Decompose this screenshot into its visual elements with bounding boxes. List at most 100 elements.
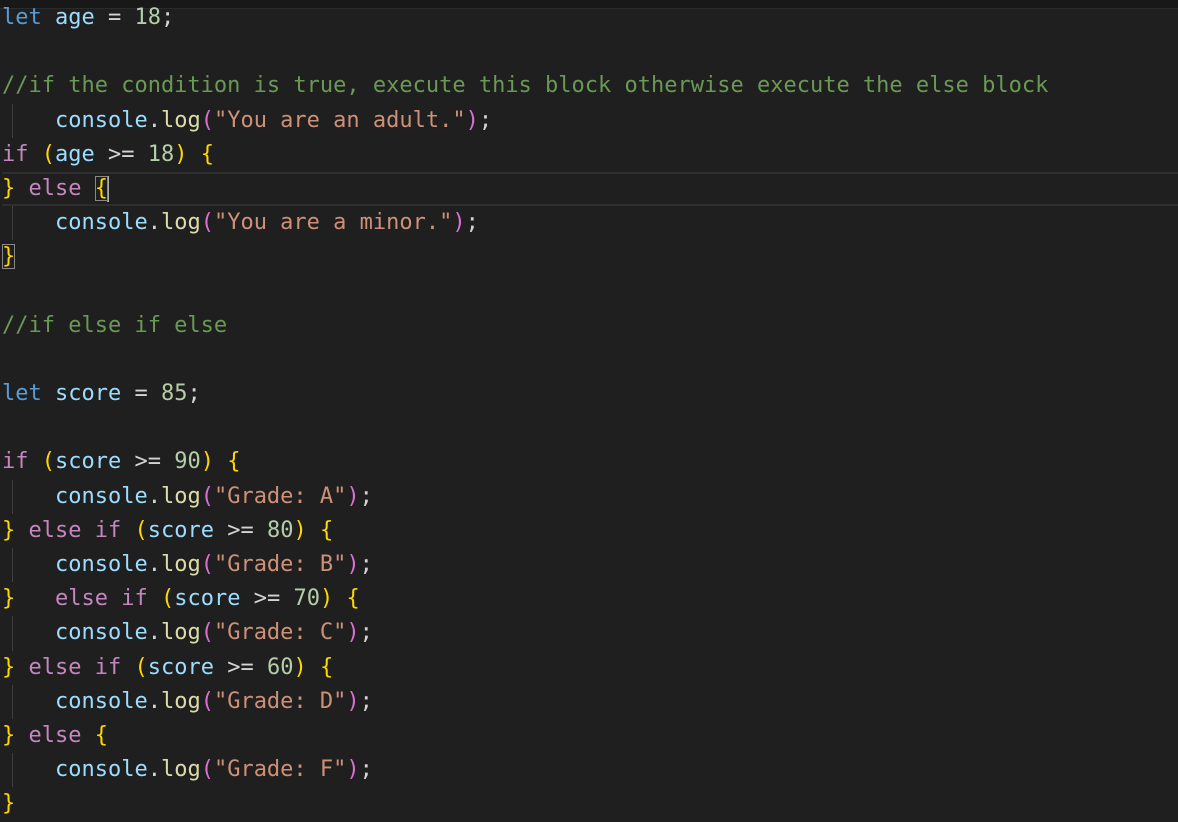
code-token: else [28,722,82,748]
indent-guide [12,684,13,719]
code-token: 80 [266,517,294,543]
code-token: "Grade: A" [213,483,347,509]
code-token: { [227,449,241,475]
code-line[interactable] [2,275,1178,309]
code-token: ) [200,449,214,475]
code-line[interactable]: } [2,240,1178,274]
code-line[interactable]: } else if (score >= 60) { [2,651,1178,685]
code-token: log [160,688,201,714]
code-token: ( [200,483,214,509]
indent-guide [12,479,13,514]
code-line[interactable]: console.log("Grade: F"); [2,753,1178,788]
code-token: { [94,175,108,201]
code-token: >= [213,654,267,680]
code-token: else [28,654,82,680]
code-token: . [147,483,161,509]
code-token: 18 [134,5,162,30]
code-token: score [147,517,214,543]
code-token: ( [200,757,214,783]
code-token: . [147,688,161,714]
code-token: ( [41,141,55,167]
code-line[interactable]: //if the condition is true, execute this… [2,69,1178,103]
code-token: if [121,586,148,612]
code-token: { [319,654,334,680]
code-token: ) [293,654,307,680]
code-token: let [2,5,42,30]
code-token: ) [346,552,360,577]
code-token: >= [94,141,148,167]
code-token: else [55,586,108,612]
code-token: } [2,586,16,612]
code-token: ( [200,210,214,236]
indent-guide [12,616,13,651]
code-line[interactable]: console.log("You are an adult."); [2,103,1178,138]
code-token: score [55,381,122,407]
code-line[interactable]: if (score >= 90) { [2,445,1178,479]
code-token: ; [359,757,373,783]
code-token: ( [134,654,148,680]
code-token: ( [41,449,55,475]
code-token: "Grade: D" [213,688,347,714]
code-token: console [54,210,148,236]
code-line[interactable]: } else if (score >= 70) { [2,582,1178,616]
code-token: "Grade: B" [213,552,347,577]
code-line[interactable]: let score = 85; [2,377,1178,411]
code-token: } [2,791,16,817]
code-line[interactable]: } [2,787,1178,821]
code-token: if [94,654,122,680]
code-token: log [160,757,201,783]
code-token: log [160,107,201,133]
code-editor[interactable]: let age = 18; //if the condition is true,… [0,0,1178,822]
code-token: 85 [160,381,188,407]
code-token: 18 [147,141,175,167]
code-token: 70 [293,586,320,612]
code-token: . [147,620,161,646]
code-token: { [94,722,108,748]
code-line-current[interactable]: } else { [2,171,1178,207]
code-token: if [2,141,29,167]
code-token: "Grade: C" [213,620,347,646]
code-token: ( [200,107,214,133]
code-token: console [54,483,148,509]
code-line[interactable]: console.log("Grade: A"); [2,479,1178,514]
code-line[interactable]: console.log("You are a minor."); [2,206,1178,241]
code-token: ) [452,210,466,236]
code-area[interactable]: let age = 18; //if the condition is true,… [2,1,1178,822]
code-token: ) [319,586,334,612]
code-line[interactable]: let age = 18; [2,1,1178,35]
code-line[interactable] [2,411,1178,445]
code-line[interactable]: } else if (score >= 80) { [2,514,1178,548]
code-line[interactable] [2,35,1178,69]
code-token: ; [359,688,373,714]
code-token: ) [465,107,479,133]
code-line[interactable]: console.log("Grade: C"); [2,616,1178,651]
code-line[interactable]: } else { [2,719,1178,753]
code-token: ) [293,517,307,543]
code-line[interactable] [2,343,1178,377]
code-line[interactable]: //if else if else [2,309,1178,343]
code-token: } [2,654,16,680]
code-token: console [54,107,148,133]
code-token: if [2,449,29,475]
code-line[interactable]: if (age >= 18) { [2,138,1178,172]
code-token: ; [187,381,201,407]
code-line[interactable]: console.log("Grade: B"); [2,548,1178,583]
indent-guide [12,548,13,583]
code-token: else [28,517,82,543]
code-token: age [55,5,95,30]
code-line[interactable]: console.log("Grade: D"); [2,684,1178,719]
code-token: . [147,107,161,133]
code-token: "Grade: F" [213,757,347,783]
